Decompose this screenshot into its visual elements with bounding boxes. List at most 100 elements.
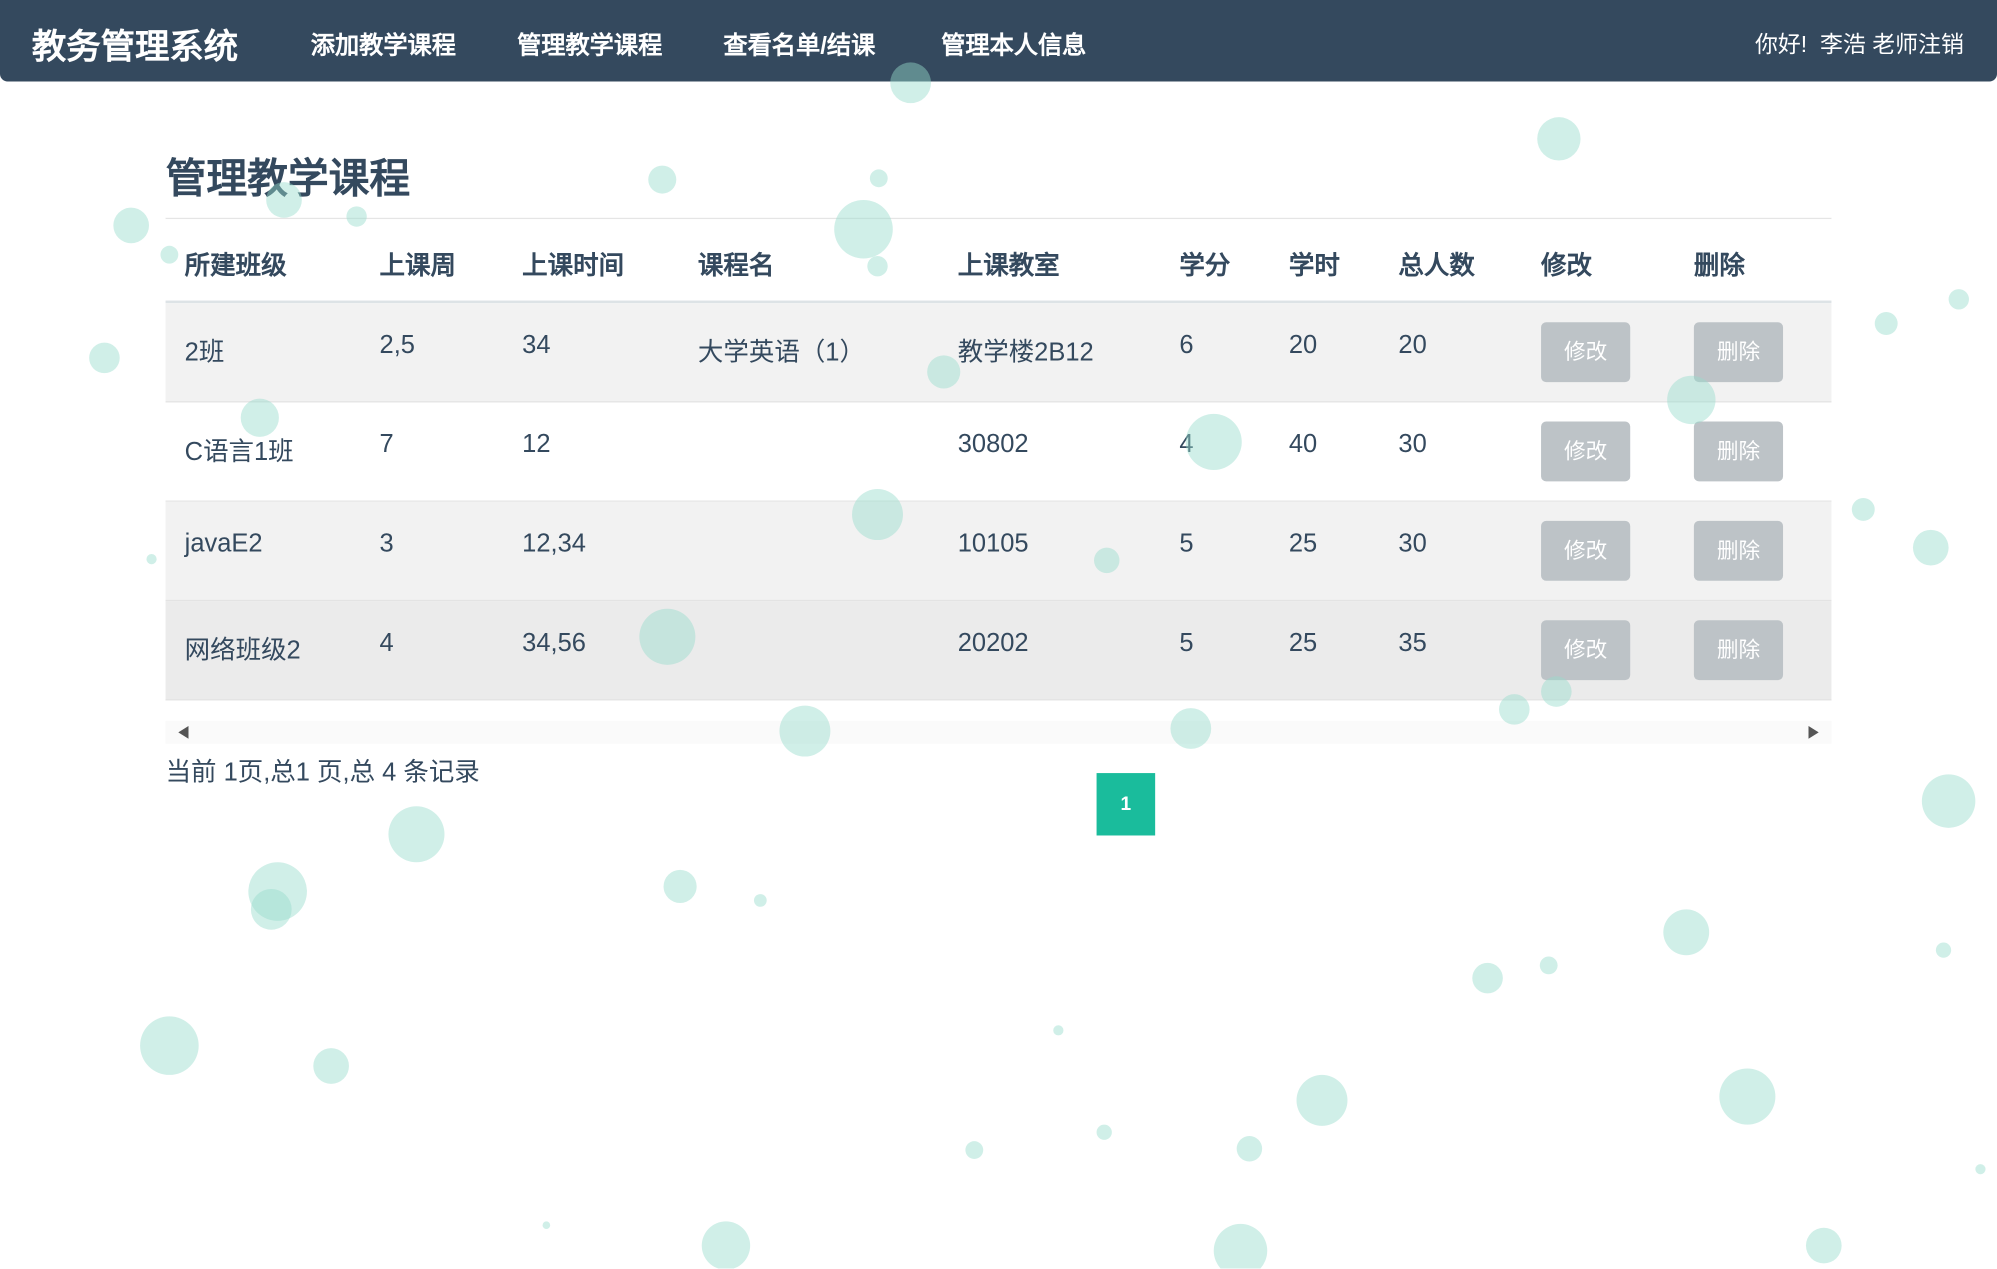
decorative-bubble [543, 1221, 551, 1229]
table-cell: 大学英语（1） [698, 331, 865, 368]
table-cell: 20 [1398, 331, 1426, 360]
delete-button[interactable]: 删除 [1694, 521, 1783, 581]
table-cell: 2,5 [380, 331, 415, 360]
delete-button[interactable]: 删除 [1694, 422, 1783, 482]
column-header: 总人数 [1398, 245, 1474, 282]
page-button-1[interactable]: 1 [1097, 773, 1156, 835]
table-cell: 12 [522, 430, 550, 459]
decorative-bubble [870, 169, 888, 187]
table-cell: 3 [380, 530, 394, 559]
edit-button[interactable]: 修改 [1541, 422, 1630, 482]
decorative-bubble [1922, 774, 1975, 827]
user-name: 李浩 [1820, 32, 1866, 57]
column-header: 所建班级 [185, 245, 287, 282]
decorative-bubble [1852, 498, 1875, 521]
decorative-bubble [1053, 1025, 1063, 1035]
decorative-bubble [89, 343, 120, 374]
table-row: C语言1班 7 12 30802 4 40 30 修改 删除 [166, 402, 1832, 501]
decorative-bubble [648, 166, 676, 194]
column-header: 学时 [1289, 245, 1340, 282]
edit-button[interactable]: 修改 [1541, 521, 1630, 581]
table-cell: 6 [1179, 331, 1193, 360]
page: 教务管理系统 添加教学课程 管理教学课程 查看名单/结课 管理本人信息 你好! … [0, 0, 1997, 1269]
table-cell: 30 [1398, 530, 1426, 559]
decorative-bubble [1719, 1069, 1775, 1125]
table-cell: javaE2 [185, 530, 263, 559]
decorative-bubble [113, 208, 149, 244]
nav-manage-course[interactable]: 管理教学课程 [517, 27, 662, 61]
table-cell: 2班 [185, 331, 225, 368]
course-table: 所建班级上课周上课时间课程名上课教室学分学时总人数修改删除 2班2,534大学英… [166, 219, 1832, 700]
decorative-bubble [1913, 530, 1949, 566]
decorative-bubble [1214, 1224, 1267, 1269]
decorative-bubble [146, 554, 156, 564]
edit-button[interactable]: 修改 [1541, 620, 1630, 680]
user-area: 你好! 李浩 老师注销 [1755, 27, 1964, 60]
table-cell: 34 [522, 331, 550, 360]
pagination-info: 当前 1页,总1 页,总 4 条记录 [166, 751, 480, 788]
decorative-bubble [248, 862, 307, 921]
table-cell: 4 [1179, 430, 1193, 459]
decorative-bubble [754, 894, 767, 907]
decorative-bubble [140, 1016, 199, 1075]
table-cell: 20 [1289, 331, 1317, 360]
decorative-bubble [388, 806, 444, 862]
table-cell: 4 [380, 629, 394, 658]
decorative-bubble [1936, 942, 1951, 957]
delete-button[interactable]: 删除 [1694, 620, 1783, 680]
decorative-bubble [1975, 1164, 1985, 1174]
table-row: 网络班级2 4 34,56 20202 5 25 35 修改 删除 [166, 601, 1832, 700]
table-cell: 34,56 [522, 629, 586, 658]
column-header: 课程名 [698, 245, 774, 282]
table-cell: 5 [1179, 530, 1193, 559]
column-header: 上课教室 [958, 245, 1060, 282]
table-row: javaE2 3 12,34 10105 5 25 30 修改 删除 [166, 502, 1832, 601]
table-cell: 35 [1398, 629, 1426, 658]
decorative-bubble [965, 1141, 983, 1159]
column-header: 学分 [1179, 245, 1230, 282]
decorative-bubble [1949, 289, 1969, 309]
table-cell: 网络班级2 [185, 629, 301, 666]
horizontal-scrollbar[interactable] [166, 721, 1832, 744]
greeting: 你好! [1755, 32, 1807, 57]
delete-button[interactable]: 删除 [1694, 322, 1783, 382]
table-cell: 10105 [958, 530, 1029, 559]
scroll-right-icon[interactable] [1809, 726, 1819, 739]
logout-link[interactable]: 老师注销 [1872, 32, 1964, 57]
decorative-bubble [1663, 909, 1709, 955]
decorative-bubble [251, 889, 292, 930]
decorative-bubble [1540, 956, 1558, 974]
table-cell: 40 [1289, 430, 1317, 459]
column-header: 删除 [1694, 245, 1745, 282]
table-cell: 25 [1289, 629, 1317, 658]
scroll-left-icon[interactable] [178, 726, 188, 739]
page-title: 管理教学课程 [166, 146, 411, 205]
decorative-bubble [1297, 1075, 1348, 1126]
decorative-bubble [1472, 963, 1503, 994]
table-row: 2班 2,5 34 大学英语（1） 教学楼2B12 6 20 20 修改 删除 [166, 303, 1832, 402]
column-header: 修改 [1541, 245, 1592, 282]
decorative-bubble [1806, 1228, 1842, 1264]
edit-button[interactable]: 修改 [1541, 322, 1630, 382]
decorative-bubble [313, 1048, 349, 1084]
table-cell: 5 [1179, 629, 1193, 658]
column-header: 上课时间 [522, 245, 624, 282]
table-cell: 教学楼2B12 [958, 331, 1094, 368]
decorative-bubble [664, 870, 697, 903]
top-navbar: 教务管理系统 添加教学课程 管理教学课程 查看名单/结课 管理本人信息 你好! … [0, 0, 1997, 82]
decorative-bubble [1875, 312, 1898, 335]
nav-view-roster[interactable]: 查看名单/结课 [723, 27, 875, 61]
decorative-bubble [1237, 1136, 1262, 1161]
table-cell: 25 [1289, 530, 1317, 559]
nav-add-course[interactable]: 添加教学课程 [311, 27, 456, 61]
column-header: 上课周 [380, 245, 456, 282]
table-cell: 7 [380, 430, 394, 459]
decorative-bubble [702, 1221, 750, 1268]
table-cell: 30 [1398, 430, 1426, 459]
table-cell: C语言1班 [185, 430, 294, 467]
table-cell: 12,34 [522, 530, 586, 559]
brand-logo[interactable]: 教务管理系统 [32, 19, 238, 69]
nav-profile[interactable]: 管理本人信息 [941, 27, 1086, 61]
table-cell: 30802 [958, 430, 1029, 459]
table-cell: 20202 [958, 629, 1029, 658]
